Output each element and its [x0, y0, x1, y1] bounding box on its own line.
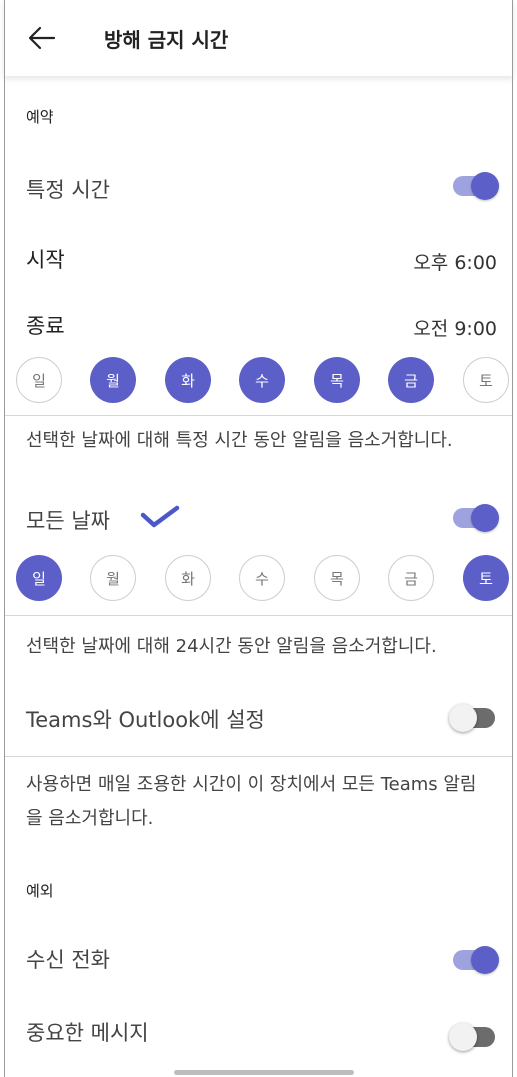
sync-description: 사용하면 매일 조용한 시간이 이 장치에서 모든 Teams 알림을 음소거합… — [26, 774, 477, 829]
toggle-knob — [471, 946, 499, 974]
all-day-toggle[interactable] — [453, 504, 499, 532]
sync-toggle[interactable] — [449, 704, 495, 732]
scheduled-day-picker: 일 월 화 수 목 금 토 — [16, 357, 509, 405]
screen: 방해 금지 시간 예약 특정 시간 시작 오후 6:00 종료 오전 9:00 … — [4, 0, 513, 1077]
day-saturday[interactable]: 토 — [463, 357, 509, 403]
start-time-value[interactable]: 오후 6:00 — [413, 248, 497, 275]
checkmark-icon — [140, 505, 180, 528]
day-wednesday[interactable]: 수 — [239, 357, 285, 403]
divider — [4, 756, 513, 757]
toggle-knob — [471, 172, 499, 200]
scheduled-description: 선택한 날짜에 대해 특정 시간 동안 알림을 음소거합니다. — [26, 430, 453, 451]
day-monday[interactable]: 월 — [90, 555, 136, 601]
day-wednesday[interactable]: 수 — [239, 555, 285, 601]
start-label: 시작 — [26, 248, 65, 272]
sync-label: Teams와 Outlook에 설정 — [26, 708, 265, 732]
section-label-exceptions: 예외 — [26, 882, 54, 900]
day-friday[interactable]: 금 — [388, 555, 434, 601]
toggle-knob — [449, 704, 477, 732]
incoming-calls-label: 수신 전화 — [26, 948, 110, 972]
screen-edge — [4, 0, 5, 1077]
all-day-description: 선택한 날짜에 대해 24시간 동안 알림을 음소거합니다. — [26, 636, 437, 657]
day-thursday[interactable]: 목 — [314, 555, 360, 601]
day-sunday[interactable]: 일 — [16, 555, 62, 601]
day-sunday[interactable]: 일 — [16, 357, 62, 403]
day-saturday[interactable]: 토 — [463, 555, 509, 601]
day-tuesday[interactable]: 화 — [165, 555, 211, 601]
day-monday[interactable]: 월 — [90, 357, 136, 403]
day-tuesday[interactable]: 화 — [165, 357, 211, 403]
toggle-knob — [449, 1023, 477, 1051]
day-friday[interactable]: 금 — [388, 357, 434, 403]
toggle-knob — [471, 504, 499, 532]
incoming-calls-toggle[interactable] — [453, 946, 499, 974]
divider — [4, 615, 513, 616]
day-thursday[interactable]: 목 — [314, 357, 360, 403]
important-messages-label: 중요한 메시지 — [26, 1021, 149, 1045]
screen-edge — [512, 0, 513, 1077]
end-time-value[interactable]: 오전 9:00 — [413, 314, 497, 341]
specific-time-label: 특정 시간 — [26, 178, 110, 202]
divider — [4, 415, 513, 416]
specific-time-toggle[interactable] — [453, 172, 499, 200]
section-label-scheduled: 예약 — [26, 108, 54, 126]
end-label: 종료 — [26, 314, 65, 338]
back-arrow-icon[interactable] — [26, 22, 58, 54]
page-title: 방해 금지 시간 — [104, 28, 229, 52]
all-day-label: 모든 날짜 — [26, 509, 110, 533]
all-day-day-picker: 일 월 화 수 목 금 토 — [16, 555, 509, 603]
home-indicator[interactable] — [174, 1070, 354, 1075]
important-messages-toggle[interactable] — [449, 1023, 495, 1051]
app-bar: 방해 금지 시간 — [4, 0, 513, 76]
